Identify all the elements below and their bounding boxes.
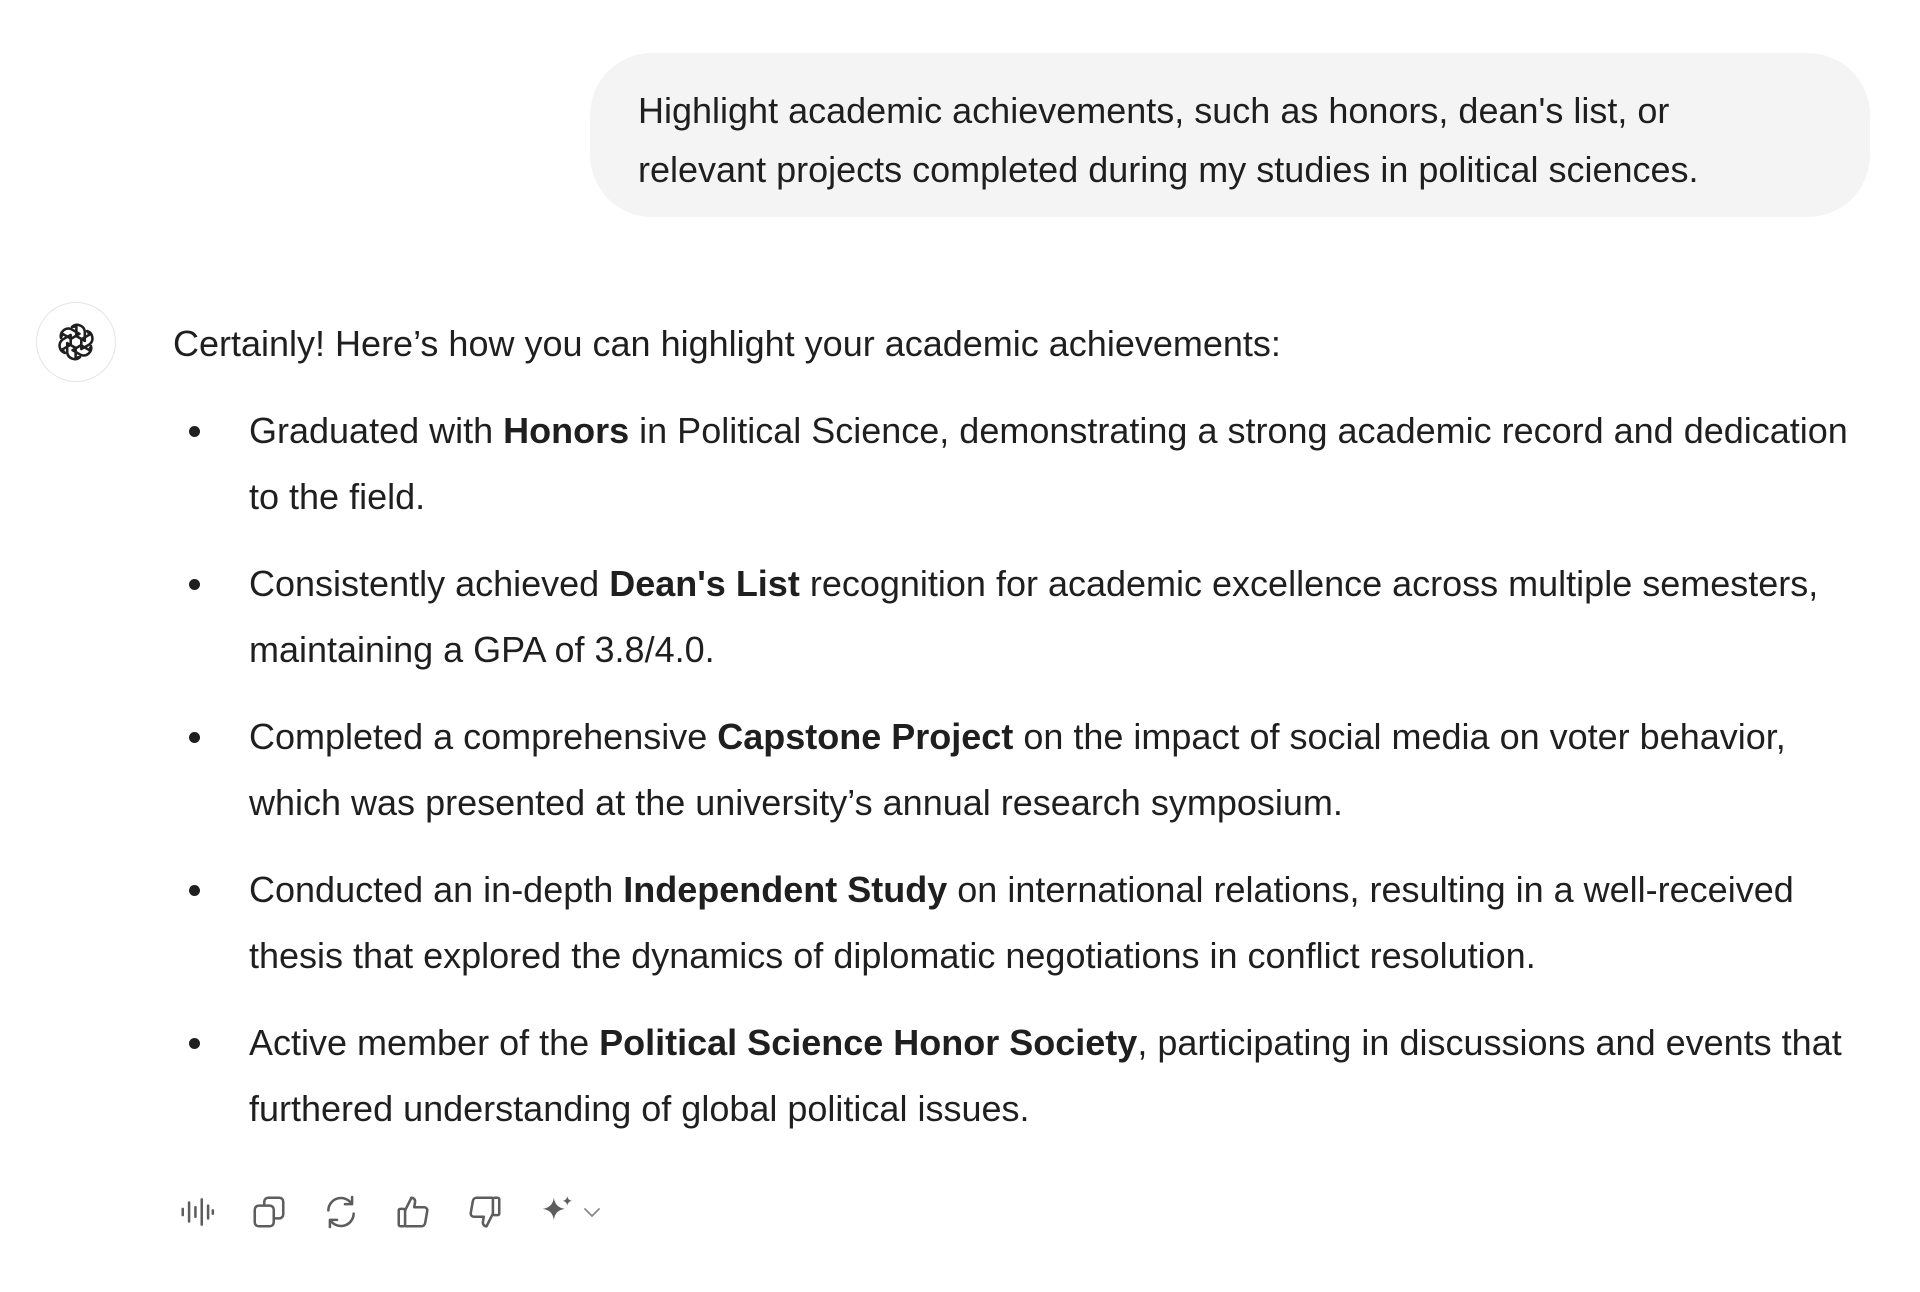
- user-message-line-1: Highlight academic achievements, such as…: [638, 90, 1670, 131]
- sparkle-icon: [542, 1196, 573, 1220]
- assistant-intro: Certainly! Here’s how you can highlight …: [173, 323, 1281, 364]
- item-bold-text: Political Science Honor Society: [599, 1022, 1138, 1063]
- thumbs-down-icon: [469, 1196, 501, 1228]
- item-text-before: Graduated with: [249, 410, 504, 451]
- thumbs-up-icon: [397, 1196, 429, 1228]
- read-aloud-icon: [181, 1198, 215, 1226]
- item-bold-text: Independent Study: [623, 869, 948, 910]
- bullet-icon: [189, 732, 200, 743]
- user-message-line-2: relevant projects completed during my st…: [638, 149, 1699, 190]
- copy-icon: [253, 1196, 285, 1228]
- read-aloud-button[interactable]: [178, 1188, 250, 1236]
- item-bold-text: Dean's List: [609, 563, 800, 604]
- bullet-icon: [189, 426, 200, 437]
- bullet-icon: [189, 1038, 200, 1049]
- list-item: Active member of the Political Science H…: [173, 1010, 1885, 1142]
- list-item: Consistently achieved Dean's List recogn…: [173, 551, 1885, 683]
- item-text-before: Completed a comprehensive: [249, 716, 718, 757]
- chevron-down-icon: [584, 1208, 600, 1217]
- bullet-icon: [189, 885, 200, 896]
- regenerate-icon: [327, 1195, 355, 1229]
- item-bold-text: Honors: [503, 410, 630, 451]
- achievements-list: Graduated with Honors in Political Scien…: [173, 398, 1885, 1163]
- thumbs-down-button[interactable]: [466, 1188, 538, 1236]
- model-switcher-button[interactable]: [538, 1193, 604, 1231]
- regenerate-button[interactable]: [322, 1188, 394, 1236]
- list-item: Completed a comprehensive Capstone Proje…: [173, 704, 1885, 836]
- user-message-bubble: Highlight academic achievements, such as…: [590, 53, 1870, 217]
- item-text-before: Consistently achieved: [249, 563, 610, 604]
- message-actions: [178, 1188, 604, 1236]
- thumbs-up-button[interactable]: [394, 1188, 466, 1236]
- openai-logo-icon: [58, 323, 94, 361]
- item-bold-text: Capstone Project: [717, 716, 1014, 757]
- list-item: Graduated with Honors in Political Scien…: [173, 398, 1885, 530]
- item-text-before: Active member of the: [249, 1022, 600, 1063]
- assistant-avatar: [36, 302, 116, 382]
- list-item: Conducted an in-depth Independent Study …: [173, 857, 1885, 989]
- copy-button[interactable]: [250, 1188, 322, 1236]
- bullet-icon: [189, 579, 200, 590]
- item-text-before: Conducted an in-depth: [249, 869, 624, 910]
